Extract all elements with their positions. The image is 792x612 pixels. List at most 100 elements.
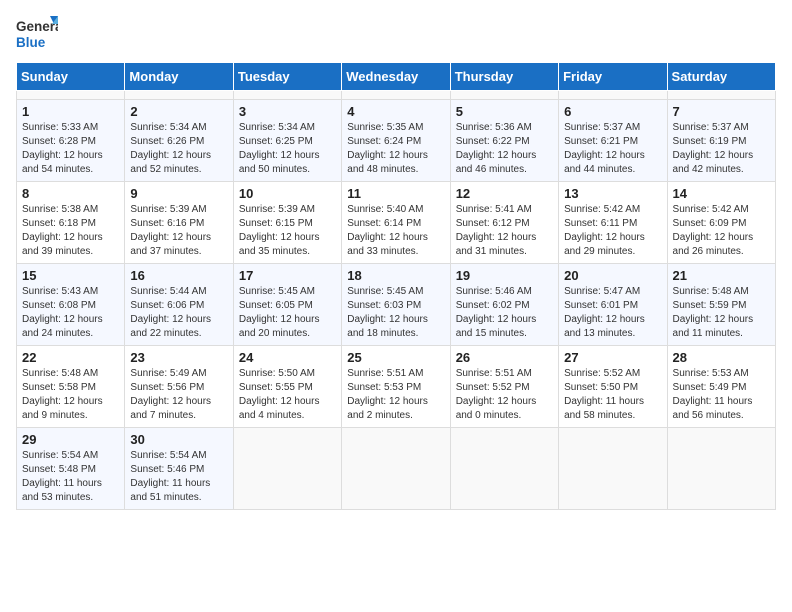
cell-info: Sunrise: 5:34 AMSunset: 6:26 PMDaylight:… [130, 122, 211, 175]
day-number: 20 [564, 268, 661, 283]
calendar-cell: 2 Sunrise: 5:34 AMSunset: 6:26 PMDayligh… [125, 100, 233, 182]
cell-info: Sunrise: 5:35 AMSunset: 6:24 PMDaylight:… [347, 122, 428, 175]
day-number: 16 [130, 268, 227, 283]
day-number: 17 [239, 268, 336, 283]
day-header-wednesday: Wednesday [342, 63, 450, 91]
cell-info: Sunrise: 5:42 AMSunset: 6:09 PMDaylight:… [673, 204, 754, 257]
calendar-cell: 27 Sunrise: 5:52 AMSunset: 5:50 PMDaylig… [559, 346, 667, 428]
day-number: 29 [22, 432, 119, 447]
calendar-week-6: 29 Sunrise: 5:54 AMSunset: 5:48 PMDaylig… [17, 428, 776, 510]
calendar-cell: 24 Sunrise: 5:50 AMSunset: 5:55 PMDaylig… [233, 346, 341, 428]
day-number: 8 [22, 186, 119, 201]
day-number: 7 [673, 104, 770, 119]
calendar-cell: 15 Sunrise: 5:43 AMSunset: 6:08 PMDaylig… [17, 264, 125, 346]
day-header-friday: Friday [559, 63, 667, 91]
cell-info: Sunrise: 5:50 AMSunset: 5:55 PMDaylight:… [239, 368, 320, 421]
day-number: 9 [130, 186, 227, 201]
calendar-cell: 12 Sunrise: 5:41 AMSunset: 6:12 PMDaylig… [450, 182, 558, 264]
calendar-cell: 25 Sunrise: 5:51 AMSunset: 5:53 PMDaylig… [342, 346, 450, 428]
cell-info: Sunrise: 5:54 AMSunset: 5:46 PMDaylight:… [130, 450, 210, 503]
cell-info: Sunrise: 5:52 AMSunset: 5:50 PMDaylight:… [564, 368, 644, 421]
day-number: 3 [239, 104, 336, 119]
day-number: 2 [130, 104, 227, 119]
calendar-cell [450, 91, 558, 100]
day-header-tuesday: Tuesday [233, 63, 341, 91]
cell-info: Sunrise: 5:39 AMSunset: 6:16 PMDaylight:… [130, 204, 211, 257]
cell-info: Sunrise: 5:47 AMSunset: 6:01 PMDaylight:… [564, 286, 645, 339]
cell-info: Sunrise: 5:43 AMSunset: 6:08 PMDaylight:… [22, 286, 103, 339]
cell-info: Sunrise: 5:41 AMSunset: 6:12 PMDaylight:… [456, 204, 537, 257]
calendar-cell: 10 Sunrise: 5:39 AMSunset: 6:15 PMDaylig… [233, 182, 341, 264]
calendar-cell: 16 Sunrise: 5:44 AMSunset: 6:06 PMDaylig… [125, 264, 233, 346]
calendar-header-row: SundayMondayTuesdayWednesdayThursdayFrid… [17, 63, 776, 91]
calendar-week-5: 22 Sunrise: 5:48 AMSunset: 5:58 PMDaylig… [17, 346, 776, 428]
calendar-cell [125, 91, 233, 100]
cell-info: Sunrise: 5:44 AMSunset: 6:06 PMDaylight:… [130, 286, 211, 339]
day-number: 19 [456, 268, 553, 283]
day-number: 14 [673, 186, 770, 201]
calendar-cell: 1 Sunrise: 5:33 AMSunset: 6:28 PMDayligh… [17, 100, 125, 182]
svg-text:General: General [16, 19, 58, 34]
day-number: 24 [239, 350, 336, 365]
cell-info: Sunrise: 5:48 AMSunset: 5:58 PMDaylight:… [22, 368, 103, 421]
calendar-cell [559, 428, 667, 510]
day-header-thursday: Thursday [450, 63, 558, 91]
cell-info: Sunrise: 5:46 AMSunset: 6:02 PMDaylight:… [456, 286, 537, 339]
calendar-cell [233, 428, 341, 510]
calendar-cell: 30 Sunrise: 5:54 AMSunset: 5:46 PMDaylig… [125, 428, 233, 510]
day-number: 25 [347, 350, 444, 365]
cell-info: Sunrise: 5:45 AMSunset: 6:03 PMDaylight:… [347, 286, 428, 339]
day-number: 21 [673, 268, 770, 283]
calendar-cell: 21 Sunrise: 5:48 AMSunset: 5:59 PMDaylig… [667, 264, 775, 346]
logo-svg: General Blue [16, 16, 58, 54]
calendar-cell: 6 Sunrise: 5:37 AMSunset: 6:21 PMDayligh… [559, 100, 667, 182]
cell-info: Sunrise: 5:36 AMSunset: 6:22 PMDaylight:… [456, 122, 537, 175]
calendar-table: SundayMondayTuesdayWednesdayThursdayFrid… [16, 62, 776, 510]
calendar-cell [667, 91, 775, 100]
cell-info: Sunrise: 5:33 AMSunset: 6:28 PMDaylight:… [22, 122, 103, 175]
day-number: 15 [22, 268, 119, 283]
day-number: 28 [673, 350, 770, 365]
cell-info: Sunrise: 5:45 AMSunset: 6:05 PMDaylight:… [239, 286, 320, 339]
calendar-cell: 23 Sunrise: 5:49 AMSunset: 5:56 PMDaylig… [125, 346, 233, 428]
calendar-cell [342, 91, 450, 100]
calendar-cell: 28 Sunrise: 5:53 AMSunset: 5:49 PMDaylig… [667, 346, 775, 428]
day-number: 23 [130, 350, 227, 365]
page-header: General Blue [16, 16, 776, 54]
calendar-cell: 19 Sunrise: 5:46 AMSunset: 6:02 PMDaylig… [450, 264, 558, 346]
cell-info: Sunrise: 5:34 AMSunset: 6:25 PMDaylight:… [239, 122, 320, 175]
day-number: 30 [130, 432, 227, 447]
day-number: 11 [347, 186, 444, 201]
cell-info: Sunrise: 5:53 AMSunset: 5:49 PMDaylight:… [673, 368, 753, 421]
day-header-monday: Monday [125, 63, 233, 91]
cell-info: Sunrise: 5:49 AMSunset: 5:56 PMDaylight:… [130, 368, 211, 421]
calendar-week-4: 15 Sunrise: 5:43 AMSunset: 6:08 PMDaylig… [17, 264, 776, 346]
calendar-cell: 20 Sunrise: 5:47 AMSunset: 6:01 PMDaylig… [559, 264, 667, 346]
cell-info: Sunrise: 5:42 AMSunset: 6:11 PMDaylight:… [564, 204, 645, 257]
cell-info: Sunrise: 5:37 AMSunset: 6:21 PMDaylight:… [564, 122, 645, 175]
day-number: 18 [347, 268, 444, 283]
cell-info: Sunrise: 5:54 AMSunset: 5:48 PMDaylight:… [22, 450, 102, 503]
day-number: 13 [564, 186, 661, 201]
calendar-cell: 5 Sunrise: 5:36 AMSunset: 6:22 PMDayligh… [450, 100, 558, 182]
day-number: 10 [239, 186, 336, 201]
cell-info: Sunrise: 5:38 AMSunset: 6:18 PMDaylight:… [22, 204, 103, 257]
calendar-cell: 26 Sunrise: 5:51 AMSunset: 5:52 PMDaylig… [450, 346, 558, 428]
day-number: 6 [564, 104, 661, 119]
cell-info: Sunrise: 5:37 AMSunset: 6:19 PMDaylight:… [673, 122, 754, 175]
day-number: 4 [347, 104, 444, 119]
calendar-cell [450, 428, 558, 510]
day-number: 26 [456, 350, 553, 365]
cell-info: Sunrise: 5:40 AMSunset: 6:14 PMDaylight:… [347, 204, 428, 257]
calendar-cell: 3 Sunrise: 5:34 AMSunset: 6:25 PMDayligh… [233, 100, 341, 182]
calendar-cell: 7 Sunrise: 5:37 AMSunset: 6:19 PMDayligh… [667, 100, 775, 182]
day-header-sunday: Sunday [17, 63, 125, 91]
cell-info: Sunrise: 5:39 AMSunset: 6:15 PMDaylight:… [239, 204, 320, 257]
calendar-cell: 11 Sunrise: 5:40 AMSunset: 6:14 PMDaylig… [342, 182, 450, 264]
calendar-cell: 18 Sunrise: 5:45 AMSunset: 6:03 PMDaylig… [342, 264, 450, 346]
calendar-cell [342, 428, 450, 510]
day-number: 5 [456, 104, 553, 119]
day-header-saturday: Saturday [667, 63, 775, 91]
calendar-cell: 29 Sunrise: 5:54 AMSunset: 5:48 PMDaylig… [17, 428, 125, 510]
calendar-cell: 17 Sunrise: 5:45 AMSunset: 6:05 PMDaylig… [233, 264, 341, 346]
